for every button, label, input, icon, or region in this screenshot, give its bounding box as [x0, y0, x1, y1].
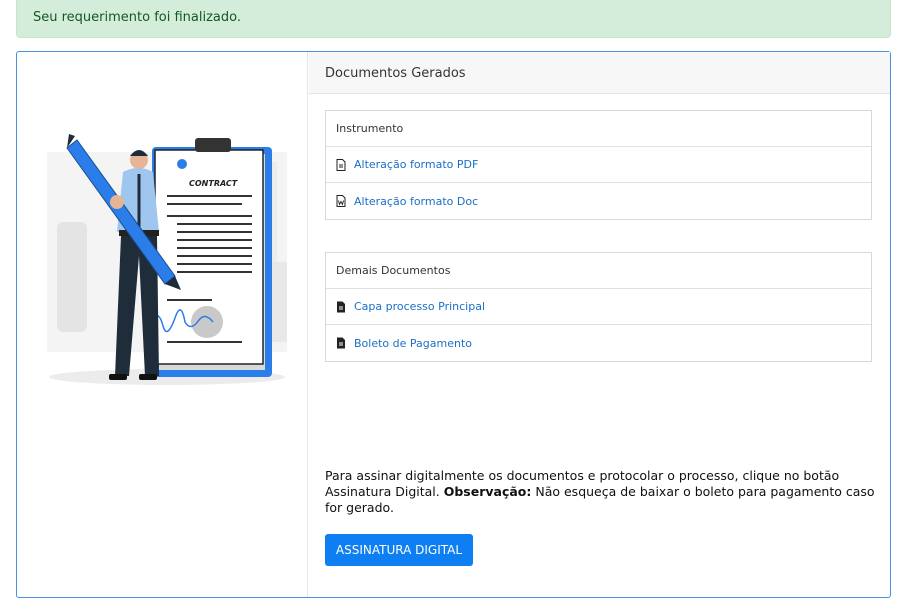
instrumento-list: Instrumento Alteração formato PDF Altera…	[325, 110, 872, 220]
link-boleto-pagamento[interactable]: Boleto de Pagamento	[326, 325, 871, 361]
link-label: Capa processo Principal	[354, 300, 486, 313]
demais-header: Demais Documentos	[326, 253, 871, 289]
success-alert: Seu requerimento foi finalizado.	[16, 0, 891, 38]
documents-card: CONTRACT Documentos Gerados Instrumento …	[16, 51, 891, 598]
link-alteracao-doc[interactable]: Alteração formato Doc	[326, 183, 871, 219]
note-bold: Observação:	[443, 484, 532, 499]
link-label: Boleto de Pagamento	[354, 336, 472, 350]
assinatura-digital-button[interactable]: ASSINATURA DIGITAL	[325, 534, 473, 566]
file-icon	[337, 337, 345, 349]
documents-panel: Documentos Gerados Instrumento Alteração…	[309, 52, 890, 597]
link-label: Alteração formato PDF	[354, 158, 479, 171]
contract-illustration: CONTRACT	[17, 52, 308, 597]
instrumento-header: Instrumento	[326, 111, 871, 147]
panel-title: Documentos Gerados	[309, 52, 890, 94]
demais-documentos-list: Demais Documentos Capa processo Principa…	[325, 252, 872, 362]
link-label: Alteração formato Doc	[354, 194, 479, 208]
contract-label: CONTRACT	[189, 179, 238, 188]
alert-message: Seu requerimento foi finalizado.	[33, 10, 241, 25]
file-word-icon	[336, 195, 346, 207]
file-pdf-icon	[336, 158, 346, 171]
link-alteracao-pdf[interactable]: Alteração formato PDF	[326, 147, 871, 183]
file-icon	[337, 301, 345, 312]
link-capa-processo[interactable]: Capa processo Principal	[326, 289, 871, 325]
instructions-text: Para assinar digitalmente os documentos …	[325, 468, 875, 516]
contract-signing-illustration: CONTRACT	[47, 134, 287, 385]
